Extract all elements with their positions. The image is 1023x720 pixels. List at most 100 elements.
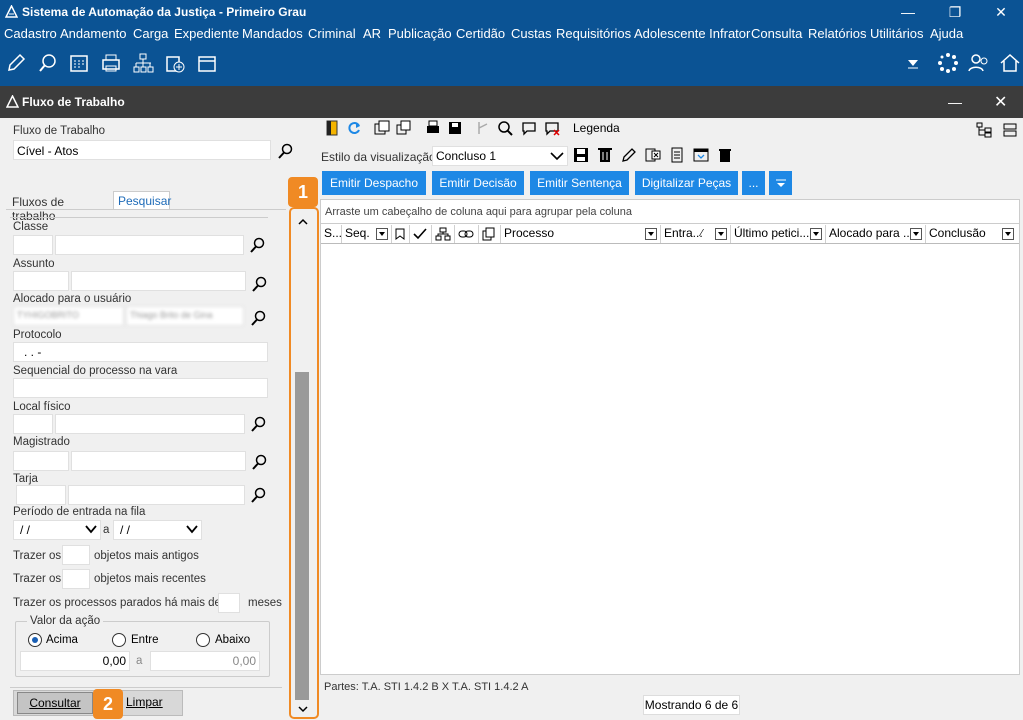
antigos-count-input[interactable]: [62, 545, 90, 565]
search-icon[interactable]: [251, 310, 267, 326]
consultar-button[interactable]: Consultar: [17, 692, 93, 714]
comment-icon[interactable]: [521, 120, 537, 136]
archive-icon[interactable]: [196, 52, 218, 74]
search-icon[interactable]: [251, 487, 267, 503]
emitir-despacho-button[interactable]: Emitir Despacho: [322, 171, 426, 195]
col-filter[interactable]: [376, 228, 388, 240]
minimize-button[interactable]: —: [885, 0, 931, 24]
save-icon[interactable]: [573, 147, 589, 163]
limpar-button[interactable]: Limpar: [126, 692, 176, 714]
chevron-down-icon[interactable]: [550, 151, 564, 161]
col-conclusao[interactable]: Conclusão: [926, 225, 1019, 243]
search-icon[interactable]: [252, 454, 268, 470]
tab-fluxos[interactable]: Fluxos de trabalho: [8, 192, 112, 223]
menu-mandados[interactable]: Mandados: [242, 26, 303, 41]
new-note-icon[interactable]: [325, 120, 339, 136]
col-processo[interactable]: Processo: [501, 225, 661, 243]
col-alocado[interactable]: Alocado para ...: [826, 225, 926, 243]
save-list-icon[interactable]: [447, 120, 463, 136]
zoom-icon[interactable]: [497, 120, 513, 136]
local-name-input[interactable]: [55, 414, 245, 434]
hierarchy-icon[interactable]: [132, 52, 154, 74]
alocado-name-input[interactable]: Thiago Brito de Gina: [126, 306, 244, 326]
export-excel-icon[interactable]: [645, 147, 661, 163]
menu-andamento[interactable]: Andamento: [60, 26, 127, 41]
menu-ajuda[interactable]: Ajuda: [930, 26, 963, 41]
tab-pesquisar[interactable]: Pesquisar: [113, 191, 171, 210]
col-ultimo[interactable]: Último petici...: [731, 225, 826, 243]
col-filter[interactable]: [810, 228, 822, 240]
menu-publicacao[interactable]: Publicação: [388, 26, 452, 41]
classe-name-input[interactable]: [55, 235, 244, 255]
printer-icon[interactable]: [100, 52, 122, 74]
col-filter[interactable]: [715, 228, 727, 240]
col-seq[interactable]: Seq.: [342, 225, 392, 243]
digitalizar-pecas-button[interactable]: Digitalizar Peças: [635, 171, 738, 195]
document-icon[interactable]: [669, 147, 685, 163]
copy-check-icon[interactable]: [374, 120, 390, 136]
menu-criminal[interactable]: Criminal: [308, 26, 356, 41]
more-actions-button[interactable]: ...: [742, 171, 765, 195]
comment-delete-icon[interactable]: [544, 120, 560, 136]
assunto-name-input[interactable]: [71, 271, 246, 291]
menu-carga[interactable]: Carga: [133, 26, 168, 41]
close-button[interactable]: ✕: [978, 0, 1023, 24]
process-grid[interactable]: Arraste um cabeçalho de coluna aqui para…: [320, 199, 1020, 675]
col-hierarchy[interactable]: [432, 225, 455, 243]
alocado-code-input[interactable]: TYHIGOBRITO: [13, 306, 124, 326]
menu-consulta[interactable]: Consulta: [751, 26, 802, 41]
edit-icon[interactable]: [5, 52, 27, 74]
col-copy[interactable]: [479, 225, 501, 243]
scroll-down-icon[interactable]: [297, 705, 309, 713]
trash-icon[interactable]: [717, 147, 733, 163]
radio-acima[interactable]: [28, 633, 42, 647]
col-filter[interactable]: [1002, 228, 1014, 240]
tree-view-icon[interactable]: [976, 122, 992, 138]
scrollbar-thumb[interactable]: [295, 372, 309, 700]
list-view-icon[interactable]: [1002, 122, 1018, 138]
col-entrada[interactable]: Entra... ⁄: [661, 225, 731, 243]
window-minimize-button[interactable]: —: [948, 94, 962, 110]
menu-cadastro[interactable]: Cadastro: [4, 26, 57, 41]
menu-certidao[interactable]: Certidão: [456, 26, 505, 41]
menu-custas[interactable]: Custas: [511, 26, 551, 41]
menu-expediente[interactable]: Expediente: [174, 26, 239, 41]
window-refresh-icon[interactable]: [693, 147, 709, 163]
flow-select[interactable]: Cível - Atos: [13, 140, 271, 160]
magistrado-name-input[interactable]: [71, 451, 246, 471]
local-code-input[interactable]: [13, 414, 53, 434]
col-s[interactable]: S...: [321, 225, 342, 243]
col-filter[interactable]: [645, 228, 657, 240]
chevron-down-icon[interactable]: [85, 524, 97, 534]
emitir-sentenca-button[interactable]: Emitir Sentença: [530, 171, 629, 195]
dropdown-arrow-icon[interactable]: [906, 57, 920, 69]
menu-utilitarios[interactable]: Utilitários: [870, 26, 923, 41]
users-icon[interactable]: [968, 52, 990, 74]
scroll-up-icon[interactable]: [297, 218, 309, 226]
tarja-code-input[interactable]: [16, 485, 66, 505]
home-icon[interactable]: [999, 52, 1021, 74]
window-close-button[interactable]: ✕: [994, 92, 1007, 112]
chevron-down-icon[interactable]: [186, 524, 198, 534]
search-icon[interactable]: [252, 276, 268, 292]
radio-entre[interactable]: [112, 633, 126, 647]
delete-icon[interactable]: [597, 147, 613, 163]
assunto-code-input[interactable]: [13, 271, 69, 291]
col-bookmark[interactable]: [392, 225, 410, 243]
menu-requisitorios[interactable]: Requisitórios: [556, 26, 631, 41]
recentes-count-input[interactable]: [62, 569, 90, 589]
print-preview-icon[interactable]: [425, 120, 441, 136]
legenda-link[interactable]: Legenda: [573, 121, 620, 135]
radio-abaixo[interactable]: [196, 633, 210, 647]
refresh-icon[interactable]: [346, 120, 362, 136]
search-icon[interactable]: [250, 237, 266, 253]
meses-input[interactable]: [218, 593, 240, 613]
estilo-select[interactable]: Concluso 1: [432, 146, 568, 166]
emitir-decisao-button[interactable]: Emitir Decisão: [432, 171, 524, 195]
col-filter[interactable]: [910, 228, 922, 240]
classe-code-input[interactable]: [13, 235, 53, 255]
restore-button[interactable]: ❐: [932, 0, 978, 24]
copy-icon[interactable]: [396, 120, 412, 136]
add-folder-icon[interactable]: [164, 52, 186, 74]
actions-dropdown-button[interactable]: [769, 171, 792, 195]
